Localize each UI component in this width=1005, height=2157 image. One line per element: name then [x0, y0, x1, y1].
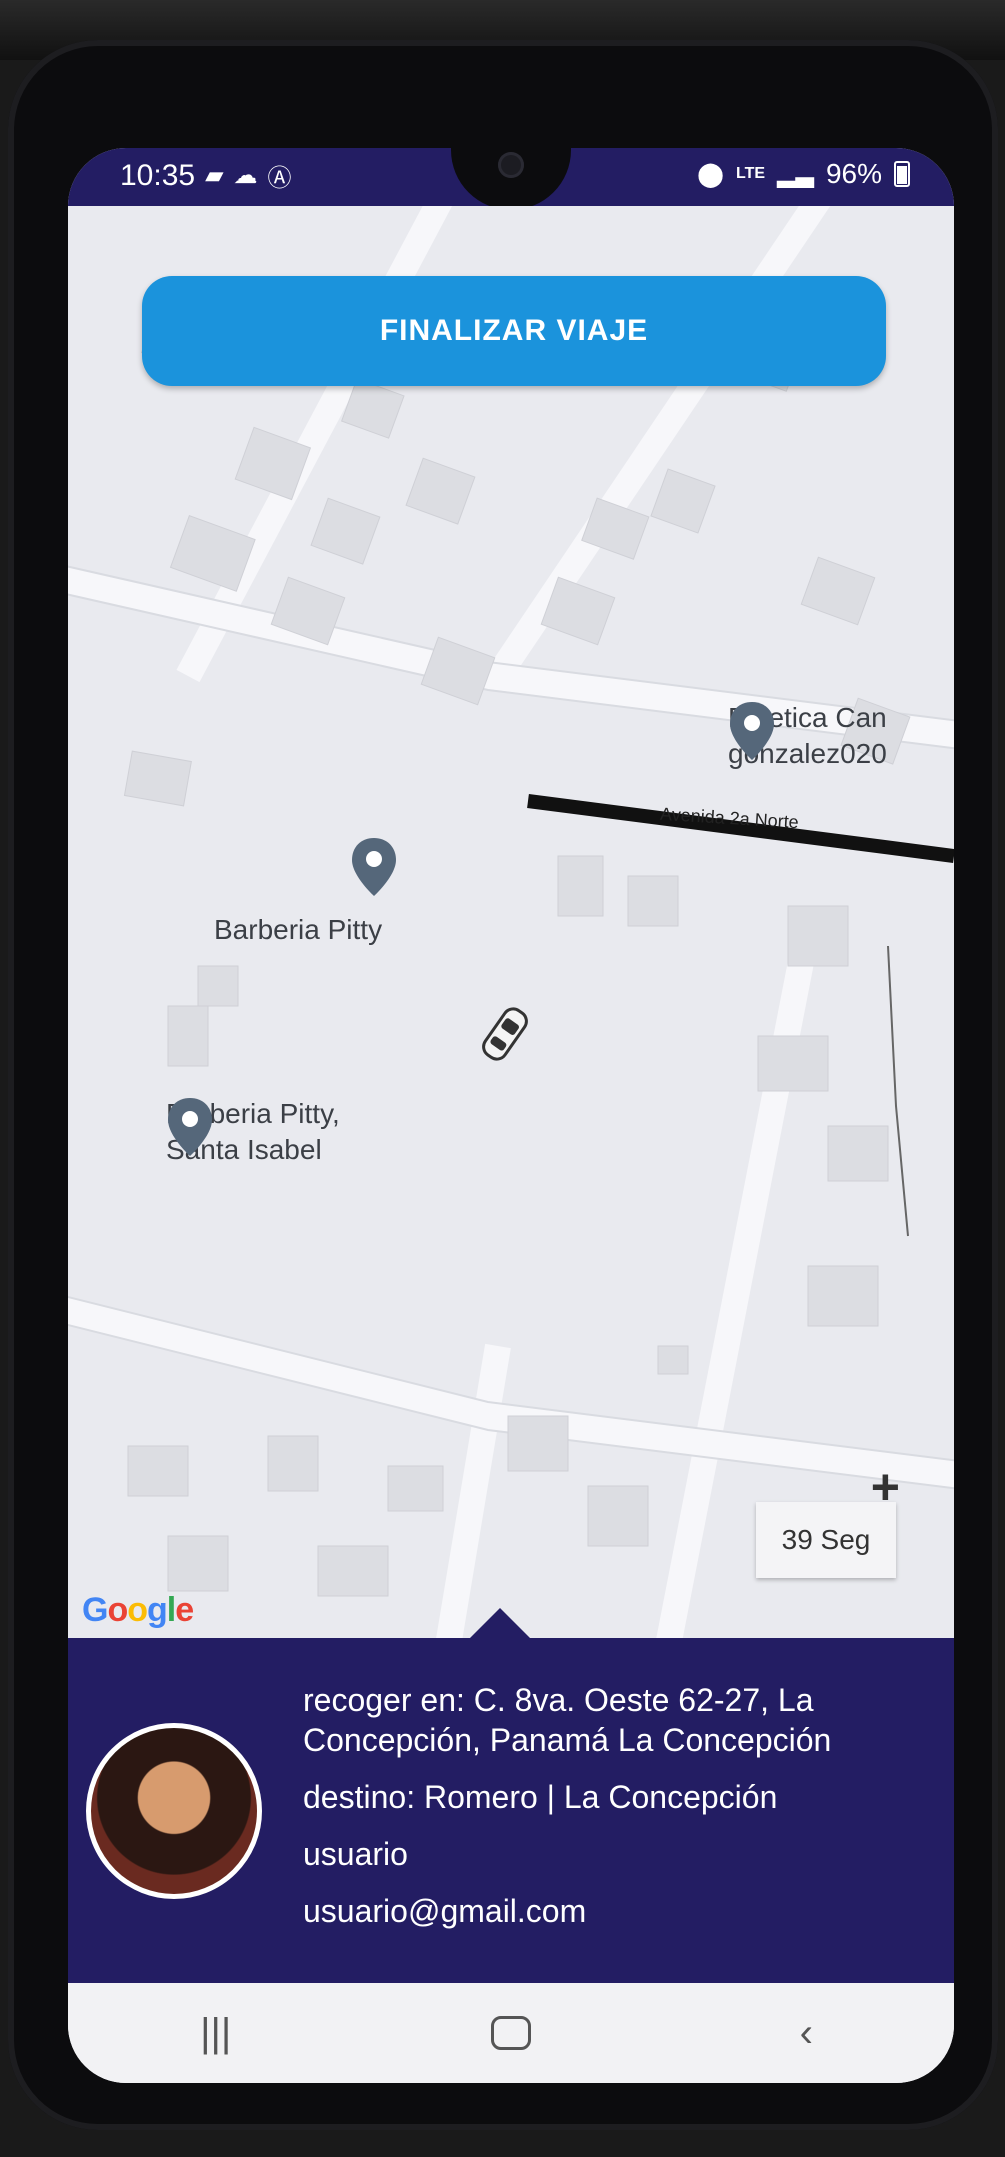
pickup-line1: recoger en: C. 8va. Oeste 62-27, La — [303, 1682, 814, 1718]
map-canvas — [68, 206, 954, 1646]
poi-barberia-santa-isabel[interactable]: Barberia Pitty, Santa Isabel — [166, 1096, 340, 1168]
system-nav-bar: ||| ‹ — [68, 1983, 954, 2083]
home-icon — [490, 2016, 531, 2050]
map-pin-icon — [352, 838, 396, 896]
trip-timer: 39 Seg — [756, 1502, 896, 1578]
map-pin-icon — [730, 702, 774, 760]
poi-estetica[interactable]: Estetica Can gonzalez020 — [728, 700, 887, 772]
recents-button[interactable]: ||| — [156, 2011, 276, 2056]
pickup-address: recoger en: C. 8va. Oeste 62-27, La Conc… — [303, 1680, 831, 1760]
user-email: usuario@gmail.com — [303, 1893, 587, 1929]
status-left: 10:35 ▰ ☁ Ⓐ — [120, 158, 292, 193]
user-avatar — [86, 1723, 262, 1899]
back-button[interactable]: ‹ — [746, 2011, 866, 2056]
signal-icon: ▂▃ — [777, 160, 814, 188]
map-pin-icon — [168, 1098, 212, 1156]
status-bar: 10:35 ▰ ☁ Ⓐ ⬤ LTE ▂▃ 96% — [68, 148, 954, 210]
message-icon: ▰ — [205, 162, 224, 189]
finish-trip-button[interactable]: FINALIZAR VIAJE — [142, 276, 886, 386]
status-time: 10:35 — [120, 158, 196, 192]
trip-info-sheet: recoger en: C. 8va. Oeste 62-27, La Conc… — [68, 1638, 954, 1983]
location-icon: ⬤ — [697, 160, 724, 188]
pickup-line2: Concepción, Panamá La Concepción — [303, 1722, 832, 1758]
sheet-pointer — [468, 1608, 532, 1640]
map-view[interactable]: FINALIZAR VIAJE Estetica Can gonzalez020 — [68, 206, 954, 1646]
google-logo: Google — [82, 1591, 194, 1629]
front-camera — [498, 152, 524, 178]
screen: 10:35 ▰ ☁ Ⓐ ⬤ LTE ▂▃ 96% FINALIZAR VIAJE… — [68, 148, 954, 2083]
a-icon: Ⓐ — [267, 165, 292, 192]
car-icon — [482, 1007, 528, 1061]
home-button[interactable] — [451, 2016, 571, 2050]
trip-details: recoger en: C. 8va. Oeste 62-27, La Conc… — [303, 1680, 831, 1948]
user-name: usuario — [303, 1836, 408, 1872]
status-right: ⬤ LTE ▂▃ 96% — [697, 158, 910, 190]
camera-notch — [451, 148, 571, 210]
poi-barberia-pitty-label[interactable]: Barberia Pitty — [214, 912, 382, 948]
battery-icon — [894, 161, 910, 187]
phone-frame: 10:35 ▰ ☁ Ⓐ ⬤ LTE ▂▃ 96% FINALIZAR VIAJE… — [8, 40, 998, 2130]
destination-text: destino: Romero | La Concepción — [303, 1779, 778, 1815]
cloud-icon: ☁ — [233, 162, 258, 189]
network-type: LTE — [736, 165, 766, 182]
battery-percent: 96% — [825, 158, 882, 189]
